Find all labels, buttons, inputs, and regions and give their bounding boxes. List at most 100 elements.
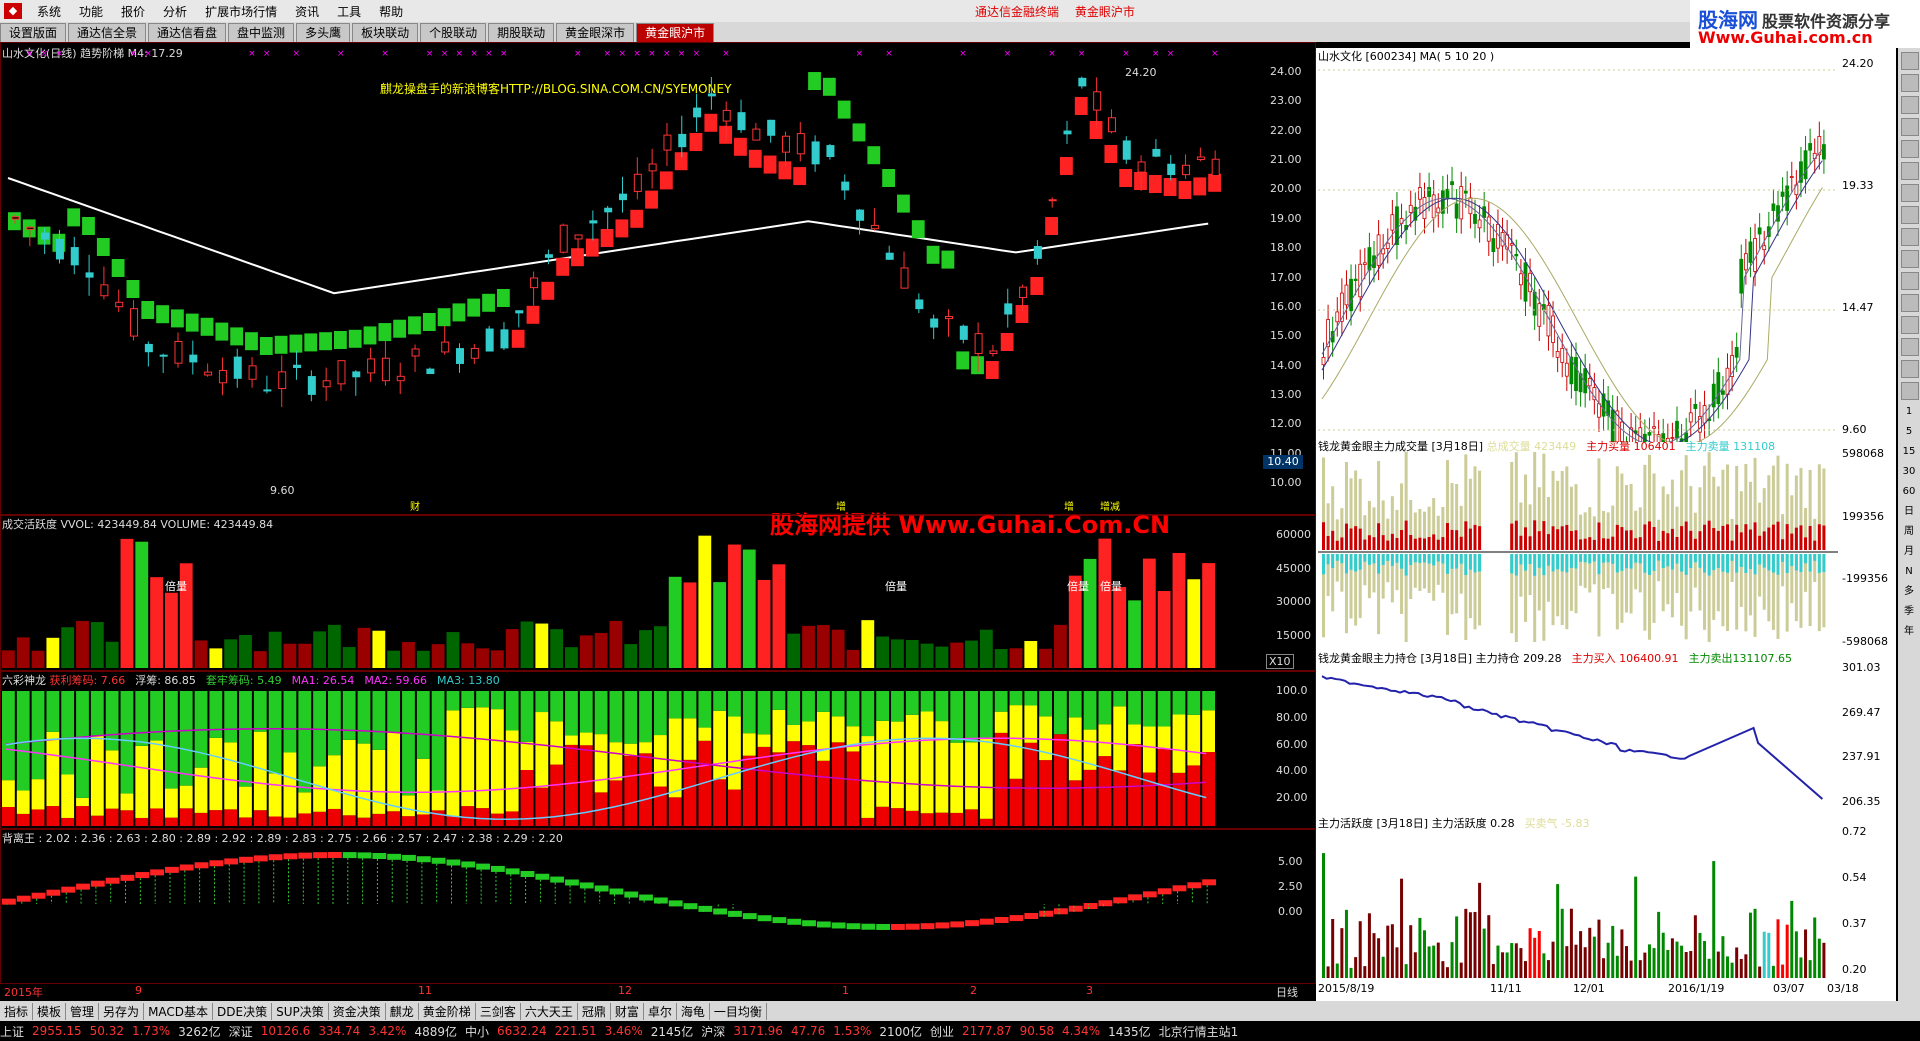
indicator-tab[interactable]: 六大天王 — [521, 1002, 578, 1020]
tool-icon[interactable] — [1901, 382, 1919, 400]
right-kline-axis-tick: 14.47 — [1842, 301, 1874, 314]
menu-item[interactable]: 工具 — [328, 3, 370, 20]
right-activity-chart[interactable] — [1318, 828, 1838, 988]
main-kline-chart[interactable]: × × × × × × × × × × × × × × × × × × × × × × × × × × × × × × × × × × × 24.20… — [0, 42, 1262, 512]
layout-tab[interactable]: 盘中监测 — [228, 23, 295, 42]
menu-item[interactable]: 分析 — [154, 3, 196, 20]
period-button[interactable]: 月 — [1901, 544, 1917, 560]
indicator-tab[interactable]: 三剑客 — [476, 1002, 521, 1020]
layout-tab[interactable]: 通达信全景 — [68, 23, 147, 42]
right-sell-vol — [1726, 554, 1729, 573]
layout-tab[interactable]: 设置版面 — [0, 23, 67, 42]
period-button[interactable]: 日 — [1901, 504, 1917, 520]
menu-item[interactable]: 资讯 — [286, 3, 328, 20]
layout-tab[interactable]: 黄金眼沪市 — [636, 23, 715, 42]
indicator-tab[interactable]: DDE决策 — [213, 1002, 273, 1020]
right-buy-vol — [1712, 528, 1716, 550]
trapped-bar — [120, 691, 134, 794]
period-button[interactable]: 多 — [1901, 584, 1917, 600]
period-button[interactable]: 60 — [1901, 484, 1917, 500]
profit-bar — [253, 810, 267, 826]
period-label[interactable]: 日线 — [1276, 984, 1298, 1000]
menu-item[interactable]: 扩展市场行情 — [196, 3, 286, 20]
right-sell-vol — [1721, 554, 1725, 572]
indicator-tab[interactable]: 指标 — [0, 1002, 34, 1020]
right-sell-vol — [1657, 554, 1661, 561]
tool-icon[interactable] — [1901, 338, 1919, 356]
volume-bar — [1083, 558, 1097, 668]
volume-bar — [831, 629, 845, 668]
divergence-chart[interactable] — [0, 842, 1262, 982]
trapped-bar — [283, 691, 297, 753]
profit-bar — [150, 808, 163, 826]
period-button[interactable]: N — [1901, 564, 1917, 580]
right-sell-vol — [1478, 554, 1482, 572]
indicator-tab[interactable]: 管理 — [66, 1002, 100, 1020]
float-bar — [164, 788, 178, 818]
indicator-tab[interactable]: 模板 — [33, 1002, 67, 1020]
indicator-tab[interactable]: 卓尔 — [644, 1002, 677, 1020]
tool-icon[interactable] — [1901, 162, 1919, 180]
right-buy-vol — [1693, 538, 1697, 550]
tool-icon[interactable] — [1901, 118, 1919, 136]
right-volume-chart[interactable] — [1318, 452, 1838, 642]
period-button[interactable]: 周 — [1901, 524, 1917, 540]
period-button[interactable]: 季 — [1901, 604, 1917, 620]
indicator-tab[interactable]: 海龟 — [677, 1002, 710, 1020]
right-candle — [1445, 188, 1450, 200]
indicator-tab[interactable]: MACD基本 — [144, 1002, 214, 1020]
period-button[interactable]: 5 — [1901, 424, 1917, 440]
tool-icon[interactable] — [1901, 52, 1919, 70]
indicator-tab[interactable]: 冠鼎 — [578, 1002, 611, 1020]
indicator-tab[interactable]: 黄金阶梯 — [419, 1002, 476, 1020]
period-button[interactable]: 15 — [1901, 444, 1917, 460]
layout-tab[interactable]: 期股联动 — [488, 23, 555, 42]
divergence-step — [1142, 891, 1157, 898]
tool-icon[interactable] — [1901, 250, 1919, 268]
tool-icon[interactable] — [1901, 184, 1919, 202]
layout-tab[interactable]: 多头鹰 — [296, 23, 351, 42]
right-activity-bar — [1505, 952, 1509, 978]
indicator-tab[interactable]: 麒龙 — [386, 1002, 419, 1020]
indicator-tab[interactable]: 一目均衡 — [710, 1002, 767, 1020]
indicator-tab[interactable]: SUP决策 — [272, 1002, 329, 1020]
right-activity-axis-tick: 0.54 — [1842, 871, 1867, 884]
divergence-step — [194, 862, 209, 869]
menu-item[interactable]: 帮助 — [370, 3, 412, 20]
profit-bar — [535, 787, 549, 826]
tool-icon[interactable] — [1901, 228, 1919, 246]
volume-chart[interactable]: 倍量 倍量 倍量 倍量 — [0, 514, 1262, 670]
tool-icon[interactable] — [1901, 272, 1919, 290]
tool-icon[interactable] — [1901, 294, 1919, 312]
volume-bar — [861, 620, 875, 668]
layout-tab[interactable]: 黄金眼深市 — [556, 23, 635, 42]
candle-body — [944, 316, 953, 320]
tool-icon[interactable] — [1901, 74, 1919, 92]
six-color-chart[interactable] — [0, 688, 1262, 828]
tool-icon[interactable] — [1901, 360, 1919, 378]
menu-item[interactable]: 功能 — [70, 3, 112, 20]
tool-icon[interactable] — [1901, 96, 1919, 114]
right-kline-chart[interactable] — [1318, 62, 1838, 442]
indicator-tab[interactable]: 另存为 — [99, 1002, 145, 1020]
trend-step — [585, 238, 599, 257]
menu-item[interactable]: 系统 — [28, 3, 70, 20]
indicator-tab[interactable]: 财富 — [611, 1002, 644, 1020]
candle-body — [470, 347, 479, 359]
menu-item[interactable]: 报价 — [112, 3, 154, 20]
right-hold-chart[interactable] — [1318, 664, 1838, 814]
tool-icon[interactable] — [1901, 206, 1919, 224]
tool-icon[interactable] — [1901, 140, 1919, 158]
period-button[interactable]: 年 — [1901, 624, 1917, 640]
trend-step — [837, 100, 851, 119]
period-button[interactable]: 1 — [1901, 404, 1917, 420]
float-bar — [609, 742, 623, 781]
status-value: 3.46% — [604, 1024, 643, 1038]
layout-tab[interactable]: 板块联动 — [352, 23, 419, 42]
tool-icon[interactable] — [1901, 316, 1919, 334]
layout-tab[interactable]: 通达信看盘 — [148, 23, 227, 42]
indicator-tab[interactable]: 资金决策 — [329, 1002, 386, 1020]
period-button[interactable]: 30 — [1901, 464, 1917, 480]
divergence-step — [90, 880, 105, 887]
layout-tab[interactable]: 个股联动 — [420, 23, 487, 42]
